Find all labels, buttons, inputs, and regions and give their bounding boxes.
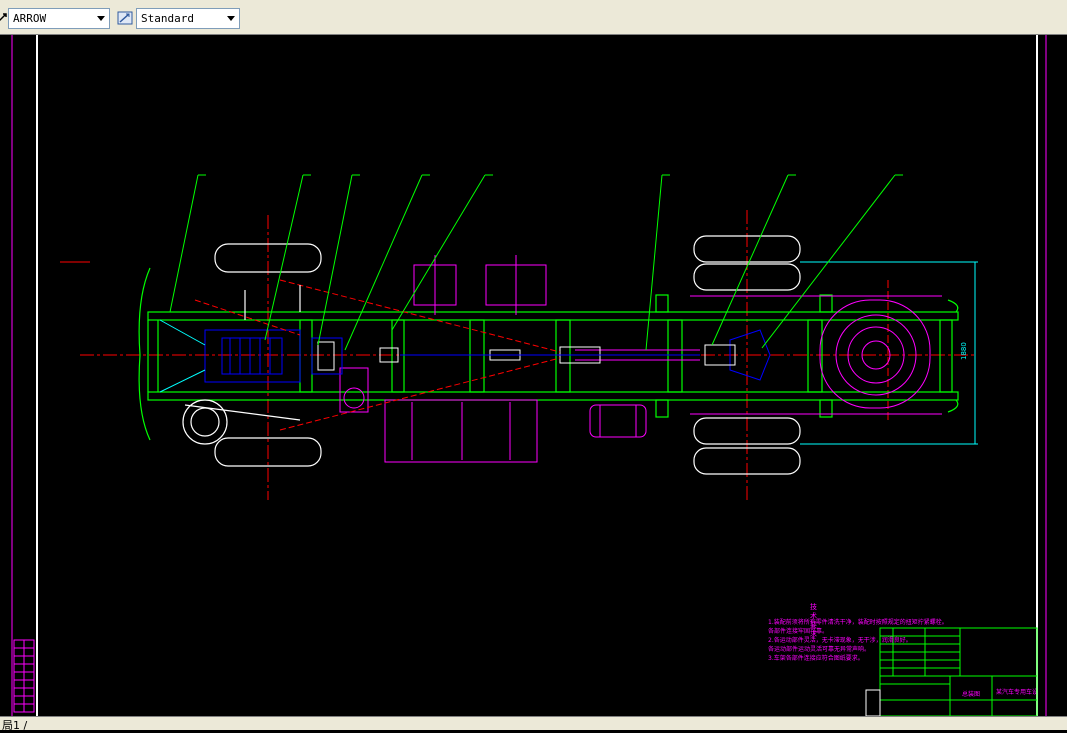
chevron-down-icon[interactable] xyxy=(97,16,105,21)
text-style-icon[interactable] xyxy=(117,10,133,26)
notes-body: 1.装配前须将所有零件清洗干净，装配时按照规定的扭矩拧紧螺栓。 各部件连接牢固可… xyxy=(768,618,948,663)
properties-toolbar: ARROW Standard xyxy=(0,0,1067,35)
chassis-drawing: 1880 xyxy=(11,35,1047,717)
textstyle-value: Standard xyxy=(141,12,194,25)
notes-line: 各部件连接牢固可靠。 xyxy=(768,628,829,635)
notes-line: 1.装配前须将所有零件清洗干净，装配时按照规定的扭矩拧紧螺栓。 xyxy=(768,619,948,626)
title-block-name: 总装图 xyxy=(962,691,981,698)
dimstyle-value: ARROW xyxy=(13,12,47,25)
layout-tabs-bar: 局1 / xyxy=(0,716,1067,733)
title-block-school: 某汽车专用车设计 xyxy=(996,689,1036,696)
notes-line: 2.各运动部件灵活，无卡滞现象，无干涉，润滑良好。 xyxy=(768,637,912,644)
chevron-down-icon[interactable] xyxy=(227,16,235,21)
layout-tab[interactable]: 局1 / xyxy=(2,717,27,733)
width-dimension: 1880 xyxy=(960,342,968,360)
textstyle-combo[interactable]: Standard xyxy=(136,8,240,29)
dimstyle-combo[interactable]: ARROW xyxy=(8,8,110,29)
notes-line: 各运动部件运动灵活可靠无异常声响。 xyxy=(768,646,871,653)
drawing-canvas[interactable]: 1880 技术要求 1.装配前须将所有零件清洗干净，装配时按照规定的扭矩拧紧螺栓… xyxy=(0,35,1067,717)
notes-line: 3.车架各部件连接应符合图纸要求。 xyxy=(768,655,864,662)
